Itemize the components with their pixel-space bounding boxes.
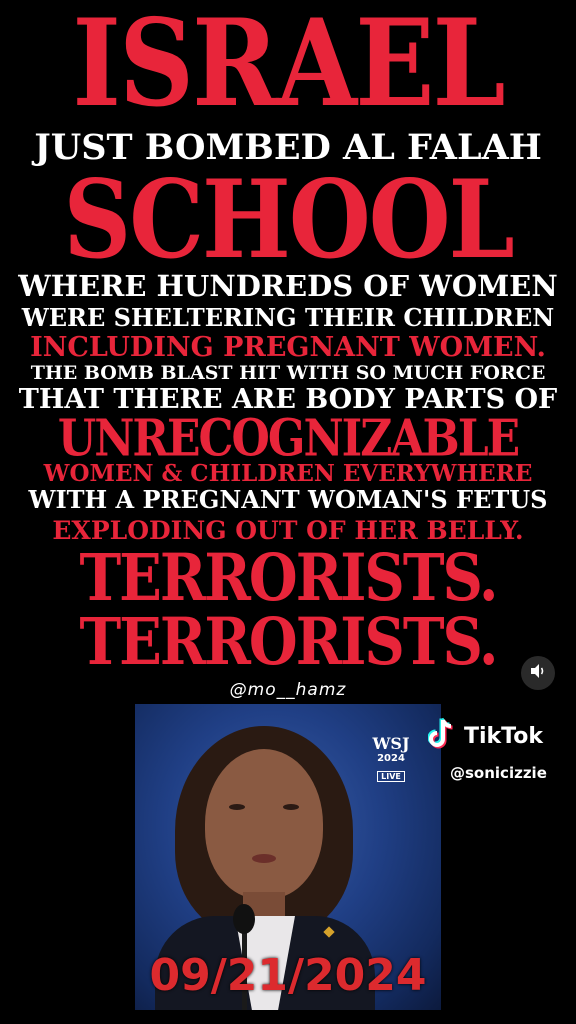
poster-line-11: WITH A PREGNANT WOMAN'S FETUS [28,485,548,514]
headline-terrorists-1: TERRORISTS. [79,540,498,617]
poster-line-4: WHERE HUNDREDS OF WOMEN [18,269,558,303]
tiktok-logo: TikTok [427,717,544,755]
speaker-icon [529,662,547,684]
headline-school: SCHOOL [63,156,514,284]
date-overlay: 09/21/2024 [149,950,427,1001]
headline-terrorists-2: TERRORISTS. [79,604,498,681]
poster-line-6: INCLUDING PREGNANT WOMEN. [30,332,546,363]
poster-line-12: EXPLODING OUT OF HER BELLY. [52,516,524,545]
wsj-logo-year: 2024 [377,753,405,764]
poster-line-10: WOMEN & CHILDREN EVERYWHERE [43,460,533,487]
person-eye-right [283,804,299,810]
person-face [205,749,323,899]
headline-israel: ISRAEL [72,0,505,134]
person-eye-left [229,804,245,810]
tiktok-brand-name: TikTok [464,723,544,749]
sound-toggle-button[interactable] [521,656,555,690]
wsj-logo-text: WSJ [372,734,410,753]
tiktok-video-frame: { "poster": { "lines": [ {"text": "ISRAE… [0,0,576,1024]
poster-line-5: WERE SHELTERING THEIR CHILDREN [21,303,555,332]
tiktok-handle[interactable]: @sonicizzie [450,764,547,782]
wsj-broadcast-logo: WSJ 2024 LIVE [371,734,411,783]
person-mouth [252,854,276,863]
microphone-icon [233,904,255,934]
headline-unrecognizable: UNRECOGNIZABLE [57,409,520,469]
creator-watermark: @mo__hamz [229,680,347,700]
poster-line-7: THE BOMB BLAST HIT WITH SO MUCH FORCE [30,362,546,384]
live-badge: LIVE [377,771,405,782]
tiktok-note-icon [427,717,458,755]
